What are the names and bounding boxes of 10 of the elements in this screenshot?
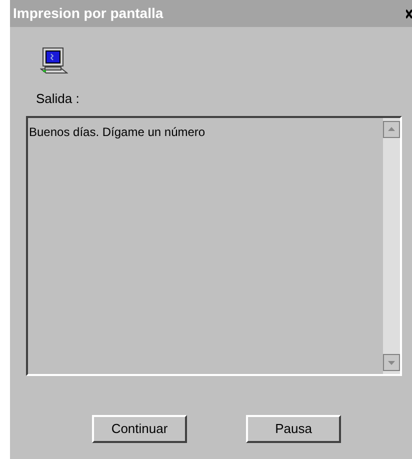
scrollbar[interactable] bbox=[383, 118, 400, 374]
scroll-up-icon[interactable] bbox=[383, 120, 400, 138]
dialog-button[interactable]: Pausa bbox=[246, 414, 341, 442]
scroll-down-icon[interactable] bbox=[383, 354, 400, 370]
output-label: Salida : bbox=[36, 90, 80, 108]
window-title: Impresion por pantalla bbox=[13, 4, 164, 23]
dialog-button[interactable]: Continuar bbox=[92, 414, 187, 442]
output-textarea[interactable]: Buenos días. Dígame un número bbox=[26, 116, 402, 376]
output-text: Buenos días. Dígame un número bbox=[29, 124, 206, 138]
close-icon[interactable] bbox=[406, 8, 412, 20]
